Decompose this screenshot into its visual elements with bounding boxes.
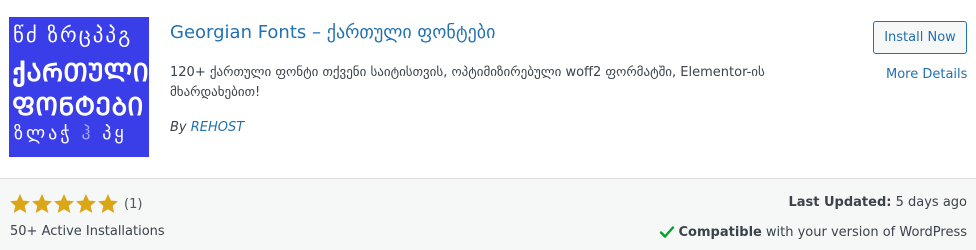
plugin-icon-line-4b: ჰ bbox=[81, 123, 94, 144]
plugin-card-footer: (1) 50+ Active Installations Last Update… bbox=[0, 178, 976, 250]
rating-count-link[interactable]: (1) bbox=[124, 197, 142, 212]
star-rating: (1) bbox=[10, 194, 142, 214]
compat-bold: Compatible bbox=[678, 224, 762, 240]
plugin-icon-line-3: ᲤᲝᲜᲢᲔᲑᲘ bbox=[12, 92, 144, 121]
plugin-title-link[interactable]: Georgian Fonts – ქართული ფონტები bbox=[170, 22, 495, 43]
star-icon bbox=[54, 194, 74, 214]
compatibility-status: Compatible with your version of WordPres… bbox=[659, 224, 967, 240]
star-icon bbox=[98, 194, 118, 214]
plugin-icon-line-1: წძ ზრცპპგ bbox=[13, 23, 133, 47]
star-icon bbox=[32, 194, 52, 214]
plugin-icon-line-4: ზლაჭ ჰ პყ bbox=[14, 123, 127, 144]
star-icon bbox=[10, 194, 30, 214]
plugin-card: წძ ზრცპპგ ქᲐᲠᲗᲣᲚᲘ ᲤᲝᲜᲢᲔᲑᲘ ზლაჭ ჰ პყ Geor… bbox=[0, 0, 976, 250]
compat-text: with your version of WordPress bbox=[765, 224, 967, 240]
plugin-description: 120+ ქართული ფონტი თქვენი საიტისთვის, ოპ… bbox=[170, 65, 765, 100]
last-updated: Last Updated: 5 days ago bbox=[788, 195, 967, 210]
plugin-icon-line-4a: ზლაჭ bbox=[14, 123, 73, 144]
last-updated-value: 5 days ago bbox=[895, 195, 967, 210]
author-link[interactable]: REHOST bbox=[191, 120, 244, 135]
install-now-button[interactable]: Install Now bbox=[873, 21, 967, 54]
plugin-icon-line-4c: პყ bbox=[102, 123, 127, 144]
plugin-author: By REHOST bbox=[170, 120, 244, 135]
more-details-link[interactable]: More Details bbox=[886, 67, 967, 82]
last-updated-label: Last Updated: bbox=[788, 195, 892, 210]
star-icon bbox=[76, 194, 96, 214]
active-installations: 50+ Active Installations bbox=[10, 224, 165, 239]
stars-container bbox=[10, 194, 120, 214]
plugin-icon[interactable]: წძ ზრცპპგ ქᲐᲠᲗᲣᲚᲘ ᲤᲝᲜᲢᲔᲑᲘ ზლაჭ ჰ პყ bbox=[9, 17, 149, 157]
plugin-icon-line-2: ქᲐᲠᲗᲣᲚᲘ bbox=[12, 58, 149, 87]
author-prefix: By bbox=[170, 120, 187, 135]
checkmark-icon bbox=[659, 226, 674, 238]
